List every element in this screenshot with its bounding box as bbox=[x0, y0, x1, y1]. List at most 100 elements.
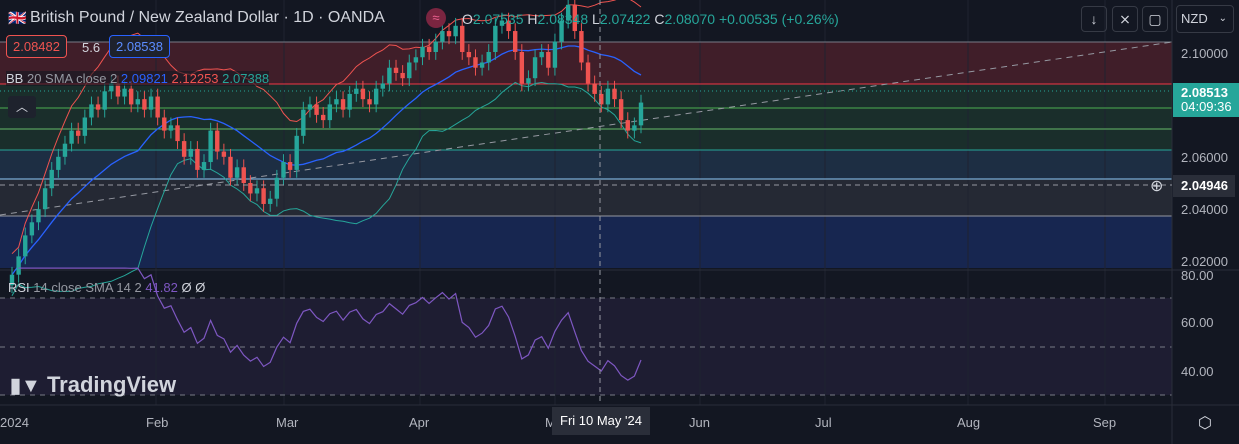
candle-body bbox=[413, 57, 419, 63]
candle-body bbox=[89, 104, 94, 118]
candle-body bbox=[347, 93, 352, 110]
arrow-down-icon[interactable]: ↓ bbox=[1081, 6, 1107, 32]
candle-body bbox=[539, 52, 544, 58]
settings-gear-icon[interactable]: ⬡ bbox=[1198, 413, 1212, 433]
candle-body bbox=[294, 135, 299, 170]
currency-select[interactable]: NZD ⌄ bbox=[1176, 5, 1234, 33]
time-tick: 2024 bbox=[0, 415, 29, 430]
price-tick: 2.06000 bbox=[1181, 150, 1228, 165]
candle-body bbox=[307, 104, 313, 110]
candle-body bbox=[585, 62, 591, 84]
candle-body bbox=[407, 62, 412, 79]
bb-legend[interactable]: BB 20 SMA close 2 2.09821 2.12253 2.0738… bbox=[6, 71, 270, 86]
candle-body bbox=[95, 104, 101, 110]
candle-body bbox=[526, 78, 531, 84]
candle-body bbox=[360, 88, 366, 100]
time-tick: Sep bbox=[1093, 415, 1117, 430]
candle-body bbox=[446, 31, 452, 37]
price-tick: 2.04000 bbox=[1181, 202, 1228, 217]
candle-body bbox=[579, 31, 584, 63]
crosshair-date-label: Fri 10 May '24 bbox=[552, 407, 650, 435]
candle-body bbox=[234, 167, 240, 178]
fullscreen-icon[interactable]: ▢ bbox=[1142, 6, 1168, 32]
candle-body bbox=[301, 109, 306, 136]
candle-body bbox=[327, 104, 333, 121]
candle-body bbox=[29, 222, 35, 236]
candle-body bbox=[56, 156, 61, 170]
candle-body bbox=[148, 96, 154, 110]
candle-body bbox=[215, 130, 220, 152]
candle-body bbox=[201, 162, 207, 170]
candle-body bbox=[625, 120, 630, 131]
time-tick: Jun bbox=[689, 415, 710, 430]
candle-body bbox=[274, 177, 280, 199]
chart-canvas[interactable] bbox=[0, 0, 1239, 444]
candle-body bbox=[268, 198, 273, 204]
chart-window[interactable]: 🇬🇧 British Pound / New Zealand Dollar · … bbox=[0, 0, 1239, 444]
candle-body bbox=[618, 99, 624, 121]
candle-body bbox=[248, 183, 253, 194]
collapse-legend-button[interactable]: ︿ bbox=[8, 96, 36, 118]
time-tick: Apr bbox=[409, 415, 430, 430]
candle-body bbox=[128, 88, 134, 105]
collapse-icon[interactable]: ⨯ bbox=[1112, 6, 1138, 32]
candle-body bbox=[380, 83, 385, 89]
candle-body bbox=[460, 25, 465, 52]
candle-body bbox=[76, 130, 81, 136]
candle-body bbox=[16, 256, 21, 275]
time-tick: Aug bbox=[957, 415, 981, 430]
rsi-tick: 80.00 bbox=[1181, 268, 1214, 283]
candle-body bbox=[513, 31, 518, 52]
candle-body bbox=[473, 57, 478, 68]
candle-body bbox=[102, 91, 107, 110]
candle-body bbox=[188, 148, 193, 157]
symbol-flag-icon: 🇬🇧 bbox=[8, 10, 27, 27]
candle-body bbox=[135, 99, 140, 105]
candle-body bbox=[466, 52, 472, 58]
candle-body bbox=[354, 88, 359, 94]
candle-body bbox=[592, 83, 597, 94]
data-status-icon[interactable]: ≈ bbox=[426, 8, 446, 28]
candle-body bbox=[519, 52, 525, 84]
symbol-title[interactable]: British Pound / New Zealand Dollar · 1D … bbox=[30, 9, 385, 27]
sell-button[interactable]: 2.08482 bbox=[6, 35, 67, 58]
candle-body bbox=[36, 209, 41, 223]
ohlc-readout: O2.07535 H2.08348 L2.07422 C2.08070 +0.0… bbox=[462, 11, 839, 27]
candle-body bbox=[281, 162, 286, 178]
rsi-tick: 40.00 bbox=[1181, 364, 1214, 379]
tradingview-logo[interactable]: ▮▼ TradingView bbox=[10, 372, 176, 398]
price-zone bbox=[0, 216, 1172, 268]
candle-body bbox=[612, 88, 617, 100]
candle-body bbox=[493, 25, 498, 52]
candle-body bbox=[221, 151, 227, 157]
candle-body bbox=[261, 188, 266, 204]
candle-body bbox=[241, 167, 246, 183]
candle-body bbox=[155, 96, 160, 118]
candle-body bbox=[340, 99, 346, 110]
candle-body bbox=[168, 125, 174, 131]
candle-body bbox=[320, 114, 326, 121]
time-tick: Mar bbox=[276, 415, 299, 430]
candle-body bbox=[373, 88, 379, 105]
add-plus-icon[interactable]: ⊕ bbox=[1150, 176, 1163, 196]
candle-body bbox=[420, 46, 425, 58]
candle-body bbox=[287, 162, 293, 170]
candle-body bbox=[486, 52, 491, 63]
candle-body bbox=[479, 62, 485, 68]
candle-body bbox=[400, 72, 405, 79]
candle-body bbox=[314, 104, 319, 115]
candle-body bbox=[367, 99, 372, 105]
candle-body bbox=[632, 125, 637, 131]
candle-body bbox=[453, 25, 458, 37]
candle-body bbox=[82, 117, 88, 136]
price-tick: 2.10000 bbox=[1181, 46, 1228, 61]
candle-body bbox=[195, 148, 200, 170]
candle-body bbox=[228, 156, 233, 178]
buy-button[interactable]: 2.08538 bbox=[109, 35, 170, 58]
rsi-legend[interactable]: RSI 14 close SMA 14 2 41.82 Ø Ø bbox=[8, 280, 205, 295]
candle-body bbox=[440, 31, 445, 42]
candle-body bbox=[142, 99, 147, 110]
last-price-label: 2.08513 04:09:36 bbox=[1173, 83, 1239, 117]
candle-body bbox=[387, 67, 392, 84]
candle-body bbox=[122, 88, 127, 97]
